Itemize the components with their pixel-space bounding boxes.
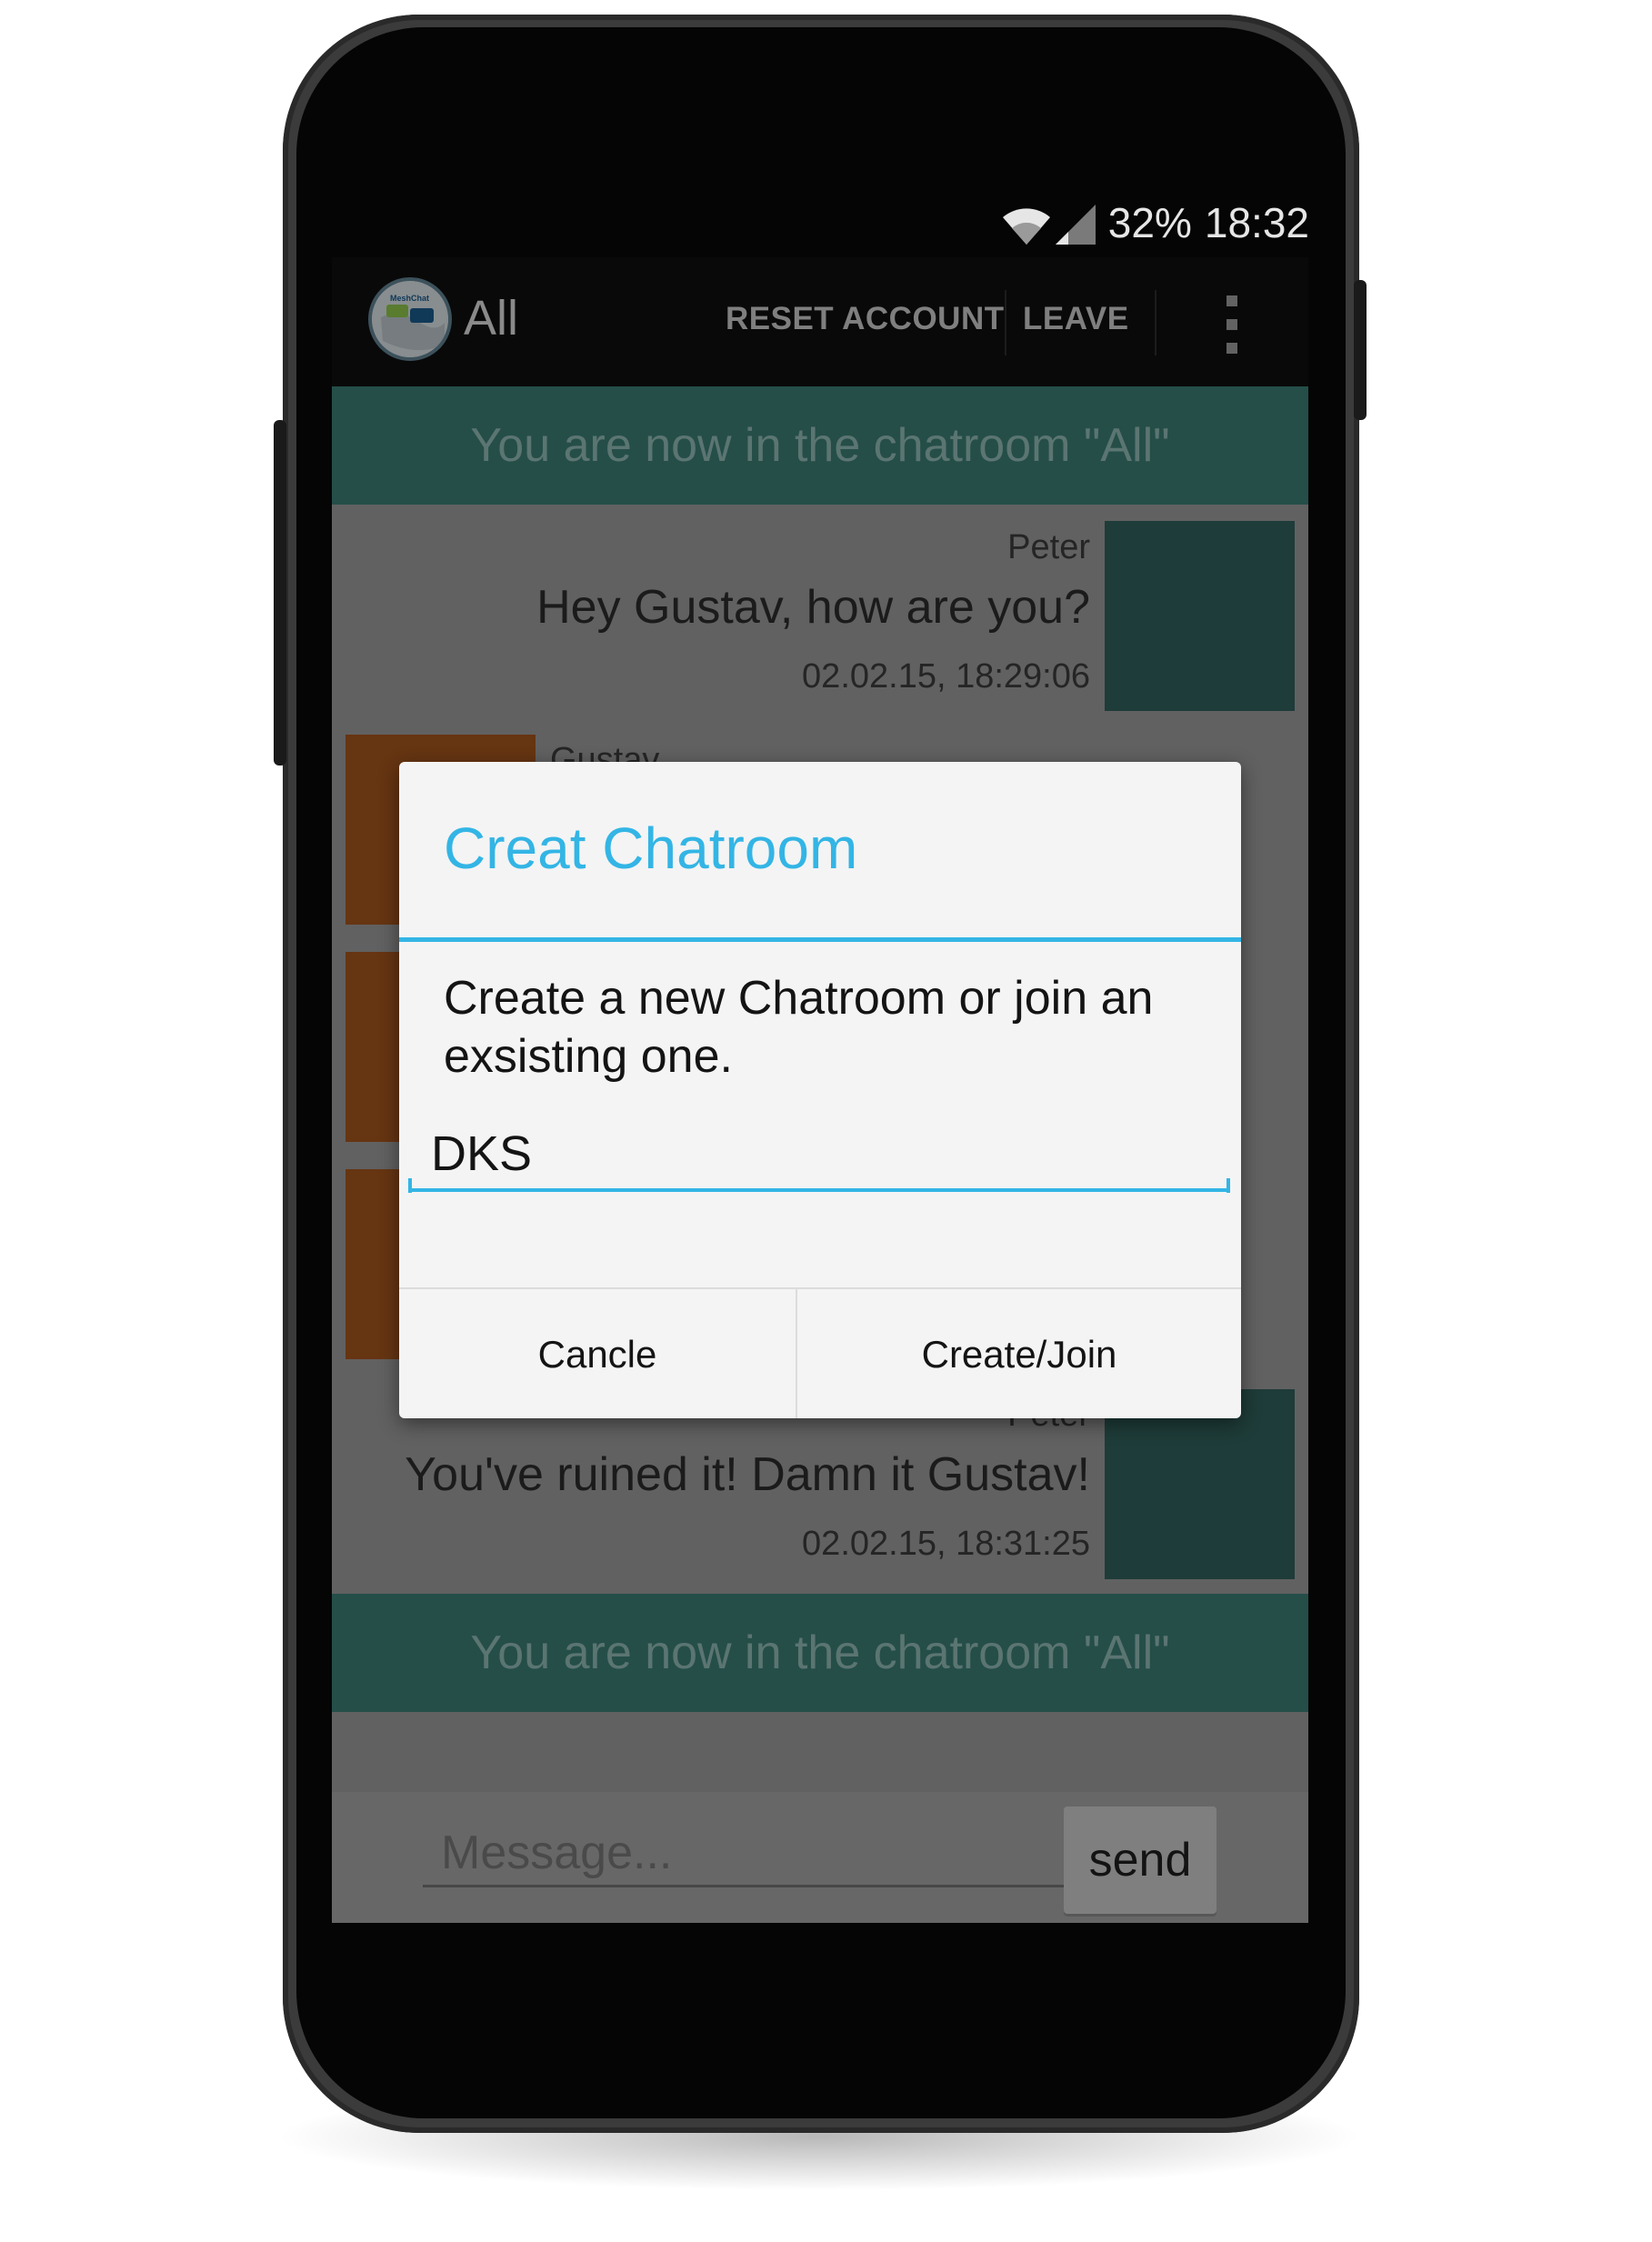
power-button <box>1354 280 1367 420</box>
input-underline-tick <box>408 1178 412 1193</box>
volume-button <box>274 420 286 766</box>
status-bar: 32% 18:32 <box>982 195 1309 250</box>
input-underline-tick <box>1226 1178 1230 1193</box>
battery-percent: 32% <box>1107 199 1192 246</box>
status-icons <box>1001 201 1096 245</box>
dialog-title: Creat Chatroom <box>444 816 858 881</box>
app-screen: MeshChat All RESET ACCOUNT LEAVE You are… <box>332 257 1308 1923</box>
cancel-button[interactable]: Cancle <box>399 1289 796 1418</box>
signal-icon <box>1055 205 1096 245</box>
wifi-icon <box>1002 208 1050 245</box>
dialog-title-divider <box>399 937 1241 942</box>
create-join-button[interactable]: Create/Join <box>797 1289 1241 1418</box>
dialog-message: Create a new Chatroom or join an exsisti… <box>444 972 1154 1083</box>
create-chatroom-dialog: Creat Chatroom Create a new Chatroom or … <box>399 762 1241 1418</box>
dialog-button-row: Cancle Create/Join <box>399 1287 1241 1418</box>
clock: 18:32 <box>1204 199 1309 246</box>
chatroom-name-input[interactable] <box>408 1119 1230 1192</box>
